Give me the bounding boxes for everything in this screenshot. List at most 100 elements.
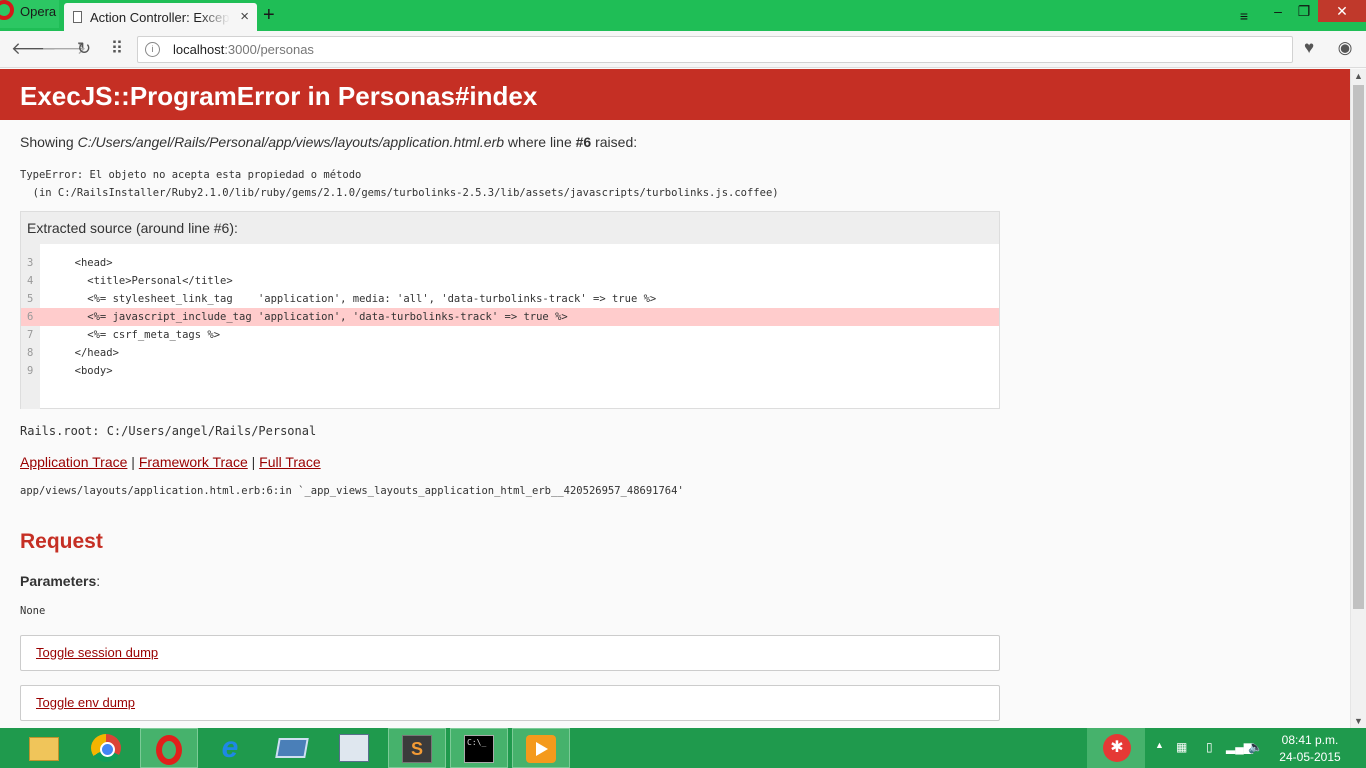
- trace-separator: |: [127, 454, 139, 470]
- trace-line: app/views/layouts/application.html.erb:6…: [20, 485, 684, 497]
- speed-dial-grid-icon[interactable]: ⠿: [107, 39, 127, 59]
- error-header: ExecJS::ProgramError in Personas#index: [0, 69, 1350, 120]
- url-host: localhost: [173, 42, 225, 57]
- tabs-menu-icon[interactable]: ≡: [1226, 5, 1262, 27]
- network-tray-icon[interactable]: ▦: [1176, 740, 1187, 754]
- source-line: 7 <%= csrf_meta_tags %>: [21, 326, 999, 344]
- extracted-source-box: Extracted source (around line #6): 3 <he…: [20, 211, 1000, 409]
- request-heading: Request: [20, 530, 103, 553]
- toggle-session-dump-link[interactable]: Toggle session dump: [36, 645, 158, 660]
- source-line: 8 </head>: [21, 344, 999, 362]
- folder-icon: [29, 737, 59, 761]
- internet-explorer-icon: e: [221, 731, 239, 764]
- show-hidden-icons-icon[interactable]: ▲: [1155, 740, 1164, 750]
- scrollbar-thumb[interactable]: [1353, 85, 1364, 609]
- remote-desktop-icon: [275, 738, 309, 758]
- tray-notification-app[interactable]: ✱: [1087, 728, 1145, 768]
- address-toolbar: 🡐 🡒 ↻ ⠿ i localhost:3000/personas ♥ ◉: [0, 31, 1366, 68]
- page-content: ExecJS::ProgramError in Personas#index S…: [0, 69, 1350, 728]
- source-line: 5 <%= stylesheet_link_tag 'application',…: [21, 290, 999, 308]
- source-line-highlighted: 6 <%= javascript_include_tag 'applicatio…: [21, 308, 999, 326]
- toggle-env-dump-link[interactable]: Toggle env dump: [36, 695, 135, 710]
- source-line: 3 <head>: [21, 254, 999, 272]
- taskbar-command-prompt[interactable]: C:\_: [450, 728, 508, 768]
- document-icon: [73, 11, 82, 23]
- address-field[interactable]: i localhost:3000/personas: [137, 36, 1293, 63]
- trace-separator: |: [247, 454, 260, 470]
- page-scrollbar[interactable]: ▲ ▼: [1350, 69, 1366, 728]
- sublime-text-icon: S: [402, 735, 432, 763]
- line-number: 7: [27, 329, 34, 341]
- trace-links: Application Trace | Framework Trace | Fu…: [20, 454, 321, 470]
- restore-window-button[interactable]: ❐: [1286, 0, 1322, 22]
- scroll-up-icon[interactable]: ▲: [1354, 71, 1363, 81]
- windows-taskbar: e S C:\_ ✱ ▲ ▦ ▯ ▂▄▆ 🔈 08:41 p.m. 24-05-…: [0, 728, 1366, 768]
- stash-heart-icon[interactable]: ♥: [1298, 38, 1320, 60]
- parameters-colon: :: [96, 573, 101, 589]
- keyboard-icon: [339, 734, 369, 762]
- command-prompt-icon: C:\_: [464, 735, 494, 763]
- forward-arrow-icon[interactable]: 🡒: [41, 39, 87, 59]
- parameters-heading: Parameters:: [20, 573, 100, 589]
- showing-line: Showing C:/Users/angel/Rails/Personal/ap…: [20, 134, 637, 150]
- close-window-button[interactable]: ✕: [1318, 0, 1366, 22]
- rails-root: Rails.root: C:/Users/angel/Rails/Persona…: [20, 424, 317, 438]
- taskbar-internet-explorer[interactable]: e: [202, 728, 260, 768]
- taskbar-opera[interactable]: [140, 728, 198, 768]
- source-line: 4 <title>Personal</title>: [21, 272, 999, 290]
- browser-tab-bar: Opera Action Controller: Exception caugh…: [0, 0, 1366, 31]
- showing-prefix: Showing: [20, 134, 78, 150]
- tab-active[interactable]: Action Controller: Exception caught ×: [64, 3, 257, 31]
- battery-icon[interactable]: ▯: [1206, 740, 1213, 754]
- application-trace-link[interactable]: Application Trace: [20, 454, 127, 470]
- showing-mid: where line: [504, 134, 576, 150]
- system-clock[interactable]: 08:41 p.m. 24-05-2015: [1274, 732, 1346, 766]
- taskbar-remote-desktop[interactable]: [264, 728, 322, 768]
- scroll-down-icon[interactable]: ▼: [1354, 716, 1363, 726]
- volume-icon[interactable]: 🔈: [1248, 740, 1263, 754]
- line-code: </head>: [62, 347, 119, 359]
- type-error-message: TypeError: El objeto no acepta esta prop…: [20, 169, 779, 199]
- site-info-icon[interactable]: i: [145, 42, 160, 57]
- opera-menu-button[interactable]: Opera: [0, 0, 59, 28]
- extracted-source-header: Extracted source (around line #6):: [21, 212, 999, 244]
- parameters-label: Parameters: [20, 573, 97, 589]
- source-line: 9 <body>: [21, 362, 999, 380]
- clock-time: 08:41 p.m.: [1281, 733, 1339, 747]
- reload-icon[interactable]: ↻: [74, 39, 94, 59]
- full-trace-link[interactable]: Full Trace: [259, 454, 320, 470]
- chrome-icon: [91, 734, 121, 762]
- error-title: ExecJS::ProgramError in Personas#index: [20, 81, 538, 111]
- framework-trace-link[interactable]: Framework Trace: [139, 454, 248, 470]
- taskbar-media-player[interactable]: [512, 728, 570, 768]
- line-code: <title>Personal</title>: [62, 275, 233, 287]
- clock-date: 24-05-2015: [1279, 750, 1341, 764]
- opera-icon: [156, 735, 182, 765]
- security-alert-icon[interactable]: ✱: [1103, 734, 1131, 762]
- opera-logo-icon: [0, 0, 14, 20]
- tab-title: Action Controller: Exception caught: [90, 10, 230, 25]
- line-code: <head>: [62, 257, 113, 269]
- new-tab-button[interactable]: +: [263, 4, 275, 27]
- session-dump-box: Toggle session dump: [20, 635, 1000, 671]
- taskbar-file-explorer[interactable]: [16, 728, 74, 768]
- media-player-icon: [526, 735, 556, 763]
- url-text[interactable]: localhost:3000/personas: [173, 42, 314, 57]
- line-number: 6: [27, 311, 34, 323]
- line-number: 9: [27, 365, 34, 377]
- url-path: :3000/personas: [224, 42, 314, 57]
- user-account-icon[interactable]: ◉: [1334, 38, 1356, 60]
- source-lines: 3 <head> 4 <title>Personal</title> 5 <%= s…: [21, 254, 999, 380]
- taskbar-on-screen-keyboard[interactable]: [326, 728, 384, 768]
- line-number: 8: [27, 347, 34, 359]
- taskbar-sublime-text[interactable]: S: [388, 728, 446, 768]
- template-path: C:/Users/angel/Rails/Personal/app/views/…: [77, 134, 505, 150]
- line-number: 4: [27, 275, 34, 287]
- tab-close-icon[interactable]: ×: [240, 8, 249, 25]
- taskbar-chrome[interactable]: [78, 728, 136, 768]
- line-number: 3: [27, 257, 34, 269]
- line-code: <%= javascript_include_tag 'application'…: [62, 311, 568, 323]
- error-line-number: #6: [575, 134, 592, 150]
- back-arrow-icon[interactable]: 🡐: [11, 39, 57, 59]
- showing-suffix: raised:: [591, 134, 638, 150]
